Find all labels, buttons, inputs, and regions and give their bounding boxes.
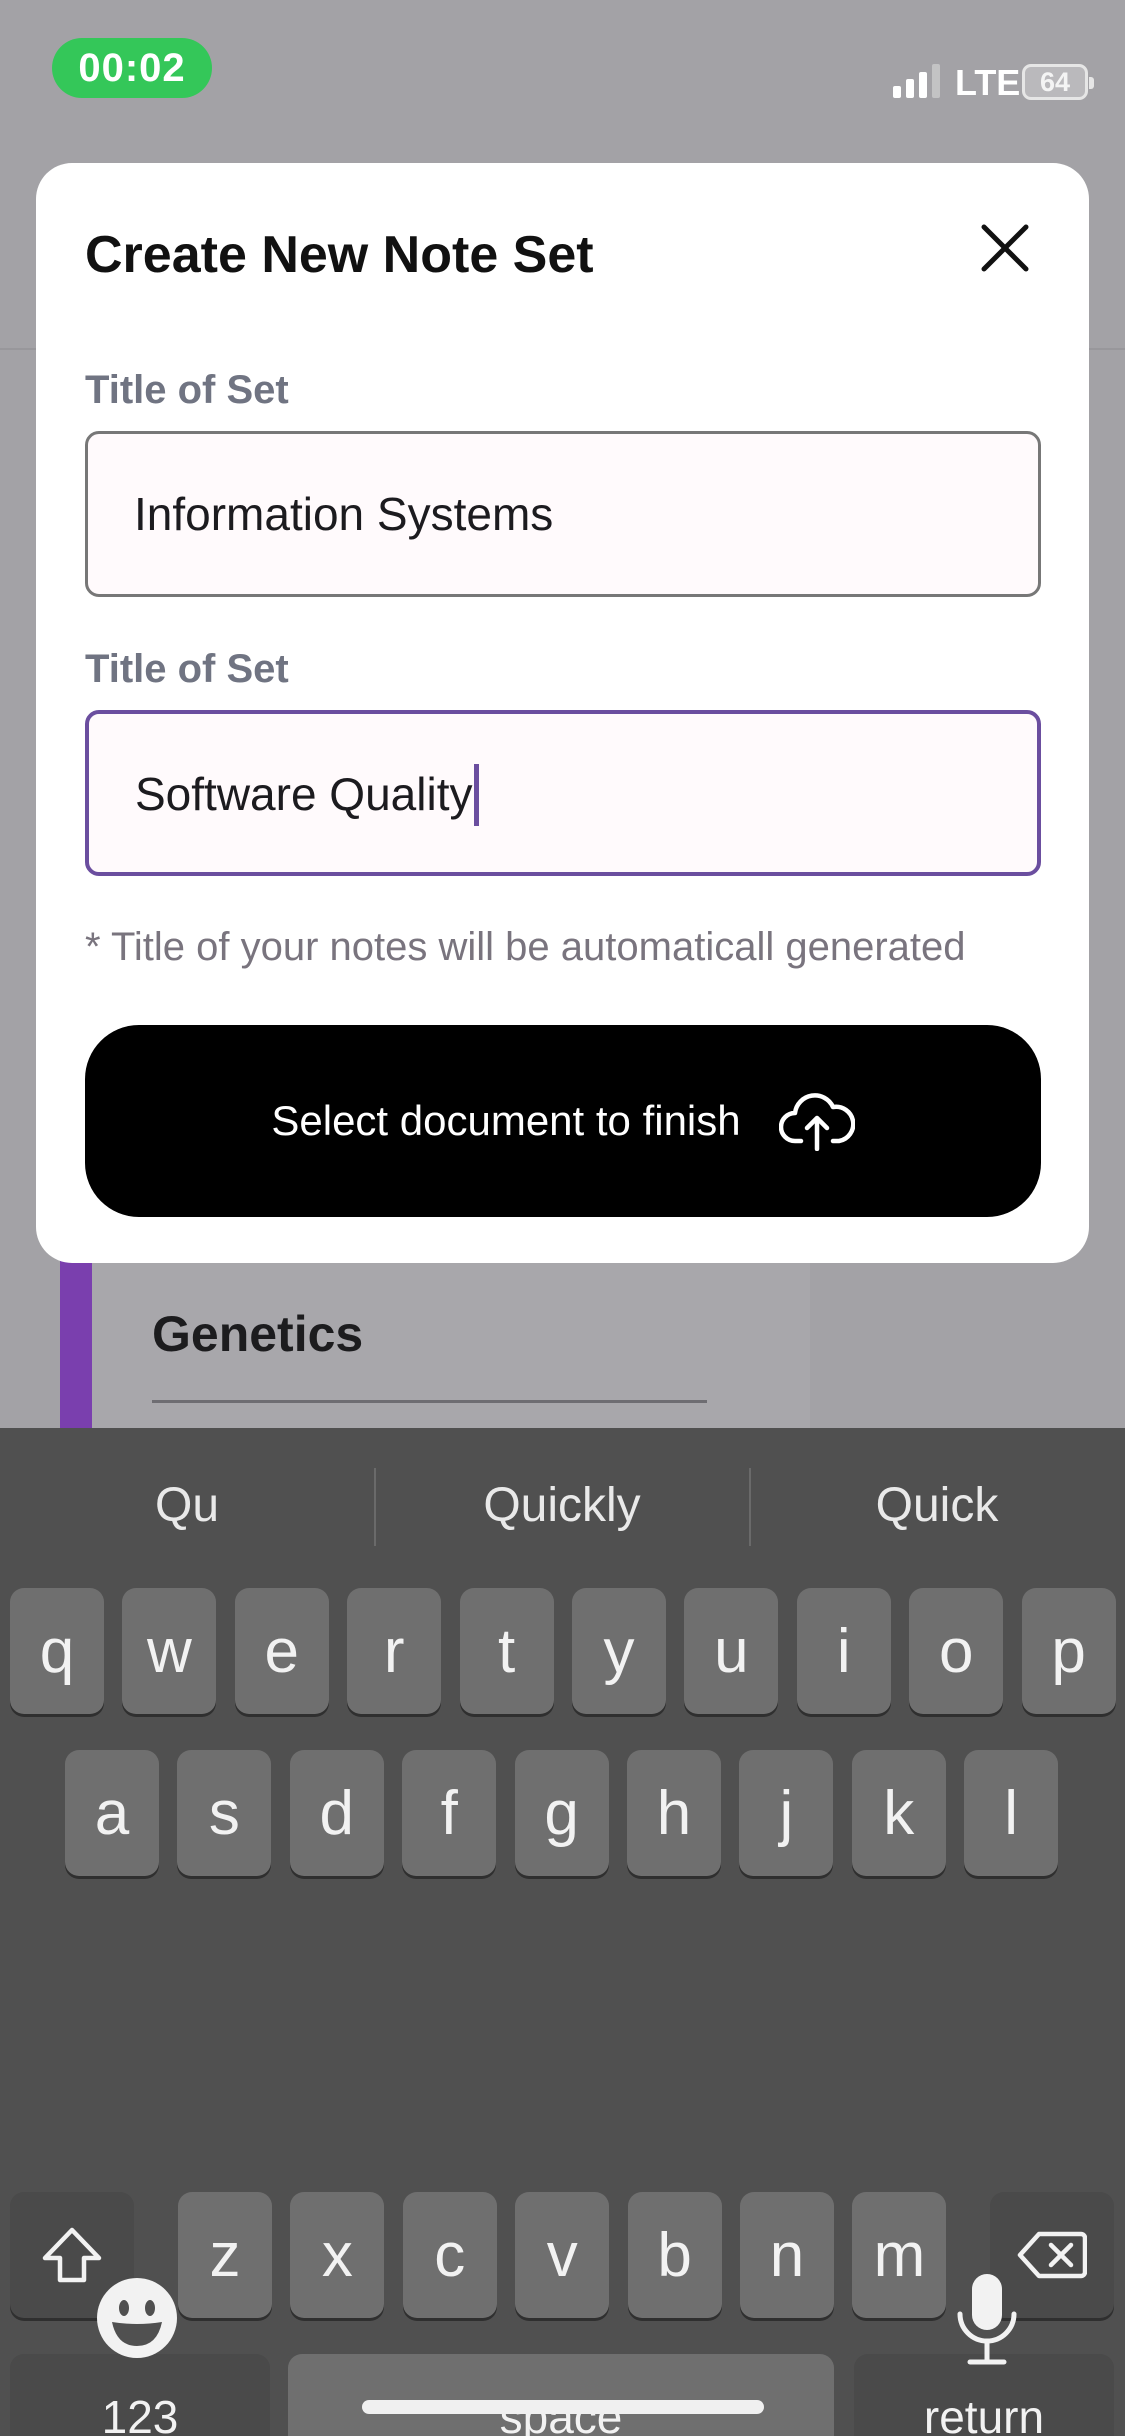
key-v[interactable]: v xyxy=(515,2192,610,2318)
text-cursor xyxy=(474,763,480,826)
network-type-label: LTE xyxy=(955,62,1021,103)
key-d[interactable]: d xyxy=(289,1750,384,1876)
key-r[interactable]: r xyxy=(347,1588,442,1714)
key-o[interactable]: o xyxy=(909,1588,1004,1714)
key-j[interactable]: j xyxy=(739,1750,834,1876)
select-document-label: Select document to finish xyxy=(271,1097,741,1144)
status-bar: 00:02 LTE 64 xyxy=(0,0,1125,130)
key-f[interactable]: f xyxy=(402,1750,497,1876)
microphone-icon[interactable] xyxy=(952,2270,1022,2370)
key-x[interactable]: x xyxy=(290,2192,385,2318)
set-subtitle-label: Title of Set xyxy=(85,647,289,691)
key-a[interactable]: a xyxy=(65,1750,159,1876)
cloud-upload-icon xyxy=(778,1093,855,1151)
close-icon xyxy=(981,224,1029,272)
background-card-title: Genetics xyxy=(152,1306,364,1362)
home-indicator xyxy=(362,2400,764,2414)
key-b[interactable]: b xyxy=(627,2192,722,2318)
set-subtitle-value: Software Quality xyxy=(135,768,473,820)
battery-icon: 64 xyxy=(1022,64,1094,100)
key-c[interactable]: c xyxy=(402,2192,497,2318)
key-l[interactable]: l xyxy=(964,1750,1059,1876)
key-w[interactable]: w xyxy=(122,1588,217,1714)
key-m[interactable]: m xyxy=(852,2192,947,2318)
key-u[interactable]: u xyxy=(684,1588,779,1714)
key-k[interactable]: k xyxy=(851,1750,946,1876)
backspace-icon xyxy=(1017,2231,1087,2279)
recording-timer[interactable]: 00:02 xyxy=(52,38,212,98)
key-z[interactable]: z xyxy=(178,2192,272,2318)
cellular-signal-icon xyxy=(893,64,940,98)
modal-title: Create New Note Set xyxy=(85,226,594,284)
numbers-key[interactable]: 123 xyxy=(10,2354,270,2436)
suggestion-2[interactable]: Quickly xyxy=(375,1478,749,1533)
key-t[interactable]: t xyxy=(459,1588,554,1714)
set-subtitle-input[interactable]: Software Quality xyxy=(85,710,1041,876)
key-g[interactable]: g xyxy=(514,1750,609,1876)
key-e[interactable]: e xyxy=(234,1588,329,1714)
key-n[interactable]: n xyxy=(740,2192,834,2318)
suggestion-3[interactable]: Quick xyxy=(750,1478,1124,1533)
key-h[interactable]: h xyxy=(627,1750,721,1876)
close-button[interactable] xyxy=(972,215,1038,281)
emoji-icon[interactable] xyxy=(95,2276,179,2360)
key-p[interactable]: p xyxy=(1021,1588,1116,1714)
create-note-set-modal: Create New Note Set Title of Set Informa… xyxy=(36,163,1089,1263)
battery-level: 64 xyxy=(1039,67,1071,97)
space-key[interactable]: space xyxy=(288,2354,834,2436)
set-title-value: Information Systems xyxy=(134,488,554,540)
select-document-button[interactable]: Select document to finish xyxy=(85,1025,1041,1217)
auto-title-hint: * Title of your notes will be automatica… xyxy=(85,925,966,969)
key-y[interactable]: y xyxy=(572,1588,666,1714)
key-q[interactable]: q xyxy=(10,1588,104,1714)
key-s[interactable]: s xyxy=(177,1750,272,1876)
shift-icon xyxy=(42,2227,102,2283)
set-title-label: Title of Set xyxy=(85,368,289,412)
set-title-input[interactable]: Information Systems xyxy=(85,431,1041,597)
background-card-underline xyxy=(152,1400,707,1403)
suggestion-1[interactable]: Qu xyxy=(0,1478,374,1533)
key-i[interactable]: i xyxy=(796,1588,891,1714)
